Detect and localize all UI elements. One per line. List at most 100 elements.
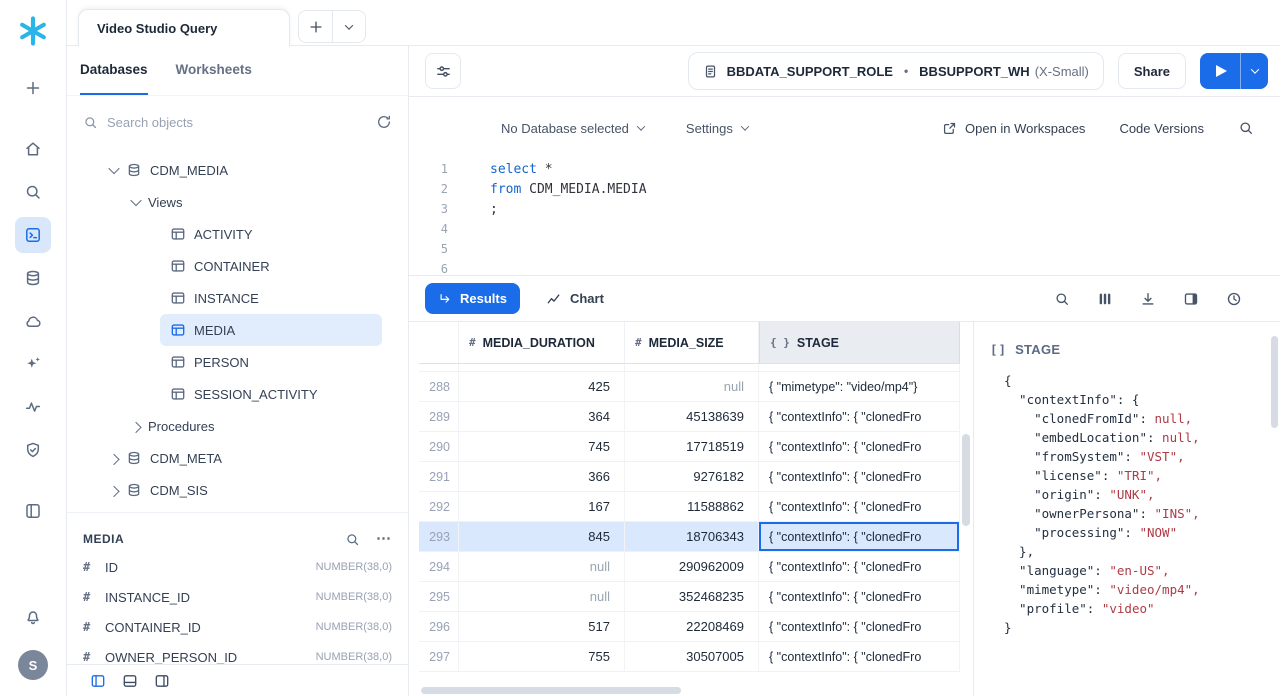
add-button[interactable] (15, 70, 51, 106)
vertical-scrollbar[interactable] (960, 322, 973, 696)
cell-stage[interactable]: { "contextInfo": { "clonedFro (759, 402, 960, 431)
cell-media-duration[interactable]: null (459, 582, 625, 611)
worksheet-settings-sliders-icon[interactable] (425, 53, 461, 89)
row-number-cell[interactable]: 293 (419, 522, 459, 551)
cell-media-duration[interactable]: null (459, 552, 625, 581)
refresh-icon[interactable] (376, 114, 392, 130)
data-icon[interactable] (15, 260, 51, 296)
tree-item-view-media-selected[interactable]: MEDIA (160, 314, 382, 346)
tree-item-database-cdm-meta[interactable]: CDM_META (67, 442, 408, 474)
chevron-right-icon[interactable] (108, 454, 119, 465)
chevron-down-icon[interactable] (108, 163, 119, 174)
new-tab-button[interactable] (299, 11, 332, 42)
cell-stage[interactable]: { "contextInfo": { "clonedFro (759, 432, 960, 461)
cell-media-duration[interactable]: 755 (459, 642, 625, 671)
panel-left-icon[interactable] (90, 673, 106, 689)
open-in-workspaces-link[interactable]: Open in Workspaces (942, 121, 1085, 136)
tree-item-procedures[interactable]: Procedures (67, 410, 408, 442)
tab-chart[interactable]: Chart (546, 291, 604, 307)
settings-dropdown[interactable]: Settings (686, 121, 748, 136)
row-number-cell[interactable]: 295 (419, 582, 459, 611)
projects-worksheets-icon[interactable] (15, 217, 51, 253)
chevron-right-icon[interactable] (130, 422, 141, 433)
cell-media-duration[interactable]: 517 (459, 612, 625, 641)
search-icon[interactable] (15, 174, 51, 210)
home-icon[interactable] (15, 131, 51, 167)
context-selector[interactable]: BBDATA_SUPPORT_ROLE • BBSUPPORT_WH (X-Sm… (688, 52, 1104, 90)
row-number-cell[interactable]: 292 (419, 492, 459, 521)
vertical-scrollbar-thumb[interactable] (962, 434, 970, 526)
detail-scrollbar-thumb[interactable] (1271, 336, 1278, 428)
cell-stage[interactable]: { "mimetype": "video/mp4"} (759, 372, 960, 401)
row-number-cell[interactable]: 296 (419, 612, 459, 641)
row-number-cell[interactable]: 290 (419, 432, 459, 461)
schema-field-row[interactable]: # OWNER_PERSON_ID NUMBER(38,0) (83, 643, 392, 664)
row-number-cell[interactable]: 289 (419, 402, 459, 431)
tree-item-view-session-activity[interactable]: SESSION_ACTIVITY (160, 378, 382, 410)
share-button[interactable]: Share (1118, 53, 1186, 89)
notebooks-icon[interactable] (15, 493, 51, 529)
activity-icon[interactable] (15, 389, 51, 425)
tab-results[interactable]: Results (425, 283, 520, 314)
tab-list-chevron-button[interactable] (332, 11, 365, 42)
more-options-icon[interactable]: ⋯ (376, 534, 392, 544)
cell-media-duration[interactable]: 845 (459, 522, 625, 551)
schema-field-row[interactable]: # ID NUMBER(38,0) (83, 553, 392, 581)
cell-stage[interactable]: { "contextInfo": { "clonedFro (759, 492, 960, 521)
chevron-down-icon[interactable] (130, 195, 141, 206)
cell-media-duration[interactable]: 366 (459, 462, 625, 491)
cell-media-size[interactable]: 18706343 (625, 522, 759, 551)
cell-stage[interactable]: { "contextInfo": { "clonedFro (759, 582, 960, 611)
tree-item-view-instance[interactable]: INSTANCE (160, 282, 382, 314)
tree-item-view-activity[interactable]: ACTIVITY (160, 218, 382, 250)
data-products-icon[interactable] (15, 303, 51, 339)
results-search-icon[interactable] (1054, 291, 1070, 307)
cell-media-duration[interactable]: 425 (459, 372, 625, 401)
columns-icon[interactable] (1097, 291, 1113, 307)
tab-databases[interactable]: Databases (80, 46, 148, 95)
cell-media-size[interactable]: 17718519 (625, 432, 759, 461)
cell-media-size[interactable]: 9276182 (625, 462, 759, 491)
row-number-cell[interactable]: 294 (419, 552, 459, 581)
cell-media-size[interactable]: 352468235 (625, 582, 759, 611)
row-number-header[interactable] (419, 322, 459, 363)
query-history-clock-icon[interactable] (1226, 291, 1242, 307)
cell-stage[interactable]: { "contextInfo": { "clonedFro (759, 612, 960, 641)
cell-media-duration[interactable]: 167 (459, 492, 625, 521)
schema-field-row[interactable]: # CONTAINER_ID NUMBER(38,0) (83, 613, 392, 641)
horizontal-scrollbar[interactable] (419, 684, 960, 696)
snowflake-logo-icon[interactable] (18, 16, 48, 46)
tree-item-view-container[interactable]: CONTAINER (160, 250, 382, 282)
column-header-media-size[interactable]: # MEDIA_SIZE (625, 322, 759, 363)
tree-item-database-cdm-sis[interactable]: CDM_SIS (67, 474, 408, 506)
cell-media-size[interactable]: null (625, 372, 759, 401)
tab-worksheets[interactable]: Worksheets (176, 46, 252, 95)
schema-field-row[interactable]: # INSTANCE_ID NUMBER(38,0) (83, 583, 392, 611)
notifications-bell-icon[interactable] (15, 599, 51, 635)
cell-media-duration[interactable]: 364 (459, 402, 625, 431)
tree-item-database-cdm-media[interactable]: CDM_MEDIA (67, 154, 408, 186)
cell-stage[interactable]: { "contextInfo": { "clonedFro (759, 462, 960, 491)
column-header-media-duration[interactable]: # MEDIA_DURATION (459, 322, 625, 363)
row-number-cell[interactable]: 288 (419, 372, 459, 401)
sql-editor[interactable]: 1 select * 2 from CDM_MEDIA.MEDIA 3 ; 4 … (409, 159, 1280, 275)
download-icon[interactable] (1140, 291, 1156, 307)
panel-right-icon[interactable] (154, 673, 170, 689)
column-header-stage-selected[interactable]: { } STAGE (759, 322, 960, 363)
governance-icon[interactable] (15, 432, 51, 468)
panel-bottom-icon[interactable] (122, 673, 138, 689)
user-avatar[interactable]: S (18, 650, 48, 680)
horizontal-scrollbar-thumb[interactable] (421, 687, 681, 694)
run-button[interactable] (1200, 53, 1240, 89)
cell-stage[interactable]: { "contextInfo": { "clonedFro (759, 552, 960, 581)
ai-ml-icon[interactable] (15, 346, 51, 382)
cell-stage[interactable]: { "contextInfo": { "clonedFro (759, 642, 960, 671)
row-number-cell[interactable]: 291 (419, 462, 459, 491)
search-objects-input[interactable] (107, 115, 367, 130)
run-options-button[interactable] (1240, 53, 1268, 89)
editor-search-icon[interactable] (1238, 120, 1254, 136)
cell-media-duration[interactable]: 745 (459, 432, 625, 461)
tree-item-views[interactable]: Views (67, 186, 408, 218)
chevron-right-icon[interactable] (108, 486, 119, 497)
cell-media-size[interactable]: 22208469 (625, 612, 759, 641)
